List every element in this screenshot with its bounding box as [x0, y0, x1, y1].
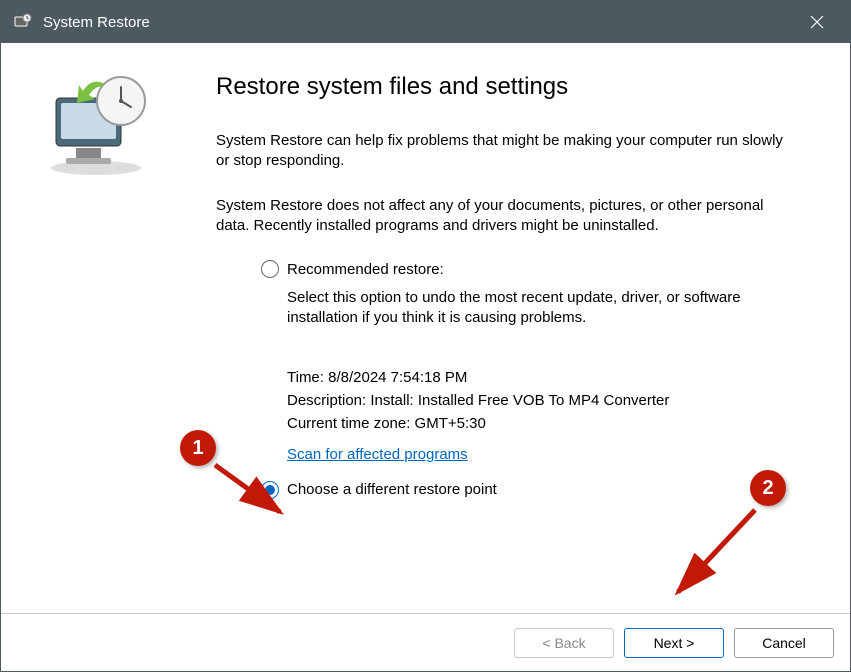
page-heading: Restore system files and settings: [216, 73, 790, 101]
next-button[interactable]: Next >: [624, 628, 724, 658]
recommended-restore-label: Recommended restore:: [287, 261, 444, 278]
content-area: Restore system files and settings System…: [1, 43, 850, 613]
back-button: < Back: [514, 628, 614, 658]
restore-time: Time: 8/8/2024 7:54:18 PM: [287, 369, 790, 386]
annotation-marker-2: 2: [750, 470, 786, 506]
footer-buttons: < Back Next > Cancel: [1, 613, 850, 671]
window-title: System Restore: [43, 14, 796, 31]
choose-different-label: Choose a different restore point: [287, 481, 497, 498]
intro-paragraph-2: System Restore does not affect any of yo…: [216, 196, 790, 237]
radio-checked-icon: [261, 481, 279, 499]
restore-details: Time: 8/8/2024 7:54:18 PM Description: I…: [261, 369, 790, 463]
restore-timezone: Current time zone: GMT+5:30: [287, 415, 790, 432]
scan-affected-programs-link[interactable]: Scan for affected programs: [287, 446, 468, 463]
cancel-button[interactable]: Cancel: [734, 628, 834, 658]
sidebar: [1, 43, 216, 613]
intro-paragraph-1: System Restore can help fix problems tha…: [216, 131, 790, 172]
annotation-marker-1: 1: [180, 430, 216, 466]
titlebar: System Restore: [1, 1, 850, 43]
app-icon: [13, 12, 33, 32]
close-button[interactable]: [796, 1, 838, 43]
main-panel: Restore system files and settings System…: [216, 43, 850, 613]
options-group: Recommended restore: Select this option …: [216, 260, 790, 499]
recommended-restore-option[interactable]: Recommended restore:: [261, 260, 790, 278]
system-restore-icon: [41, 73, 156, 178]
close-icon: [810, 15, 824, 29]
restore-description: Description: Install: Installed Free VOB…: [287, 392, 790, 409]
radio-unchecked-icon: [261, 260, 279, 278]
choose-different-restore-option[interactable]: Choose a different restore point: [261, 481, 790, 499]
recommended-restore-description: Select this option to undo the most rece…: [261, 288, 790, 329]
